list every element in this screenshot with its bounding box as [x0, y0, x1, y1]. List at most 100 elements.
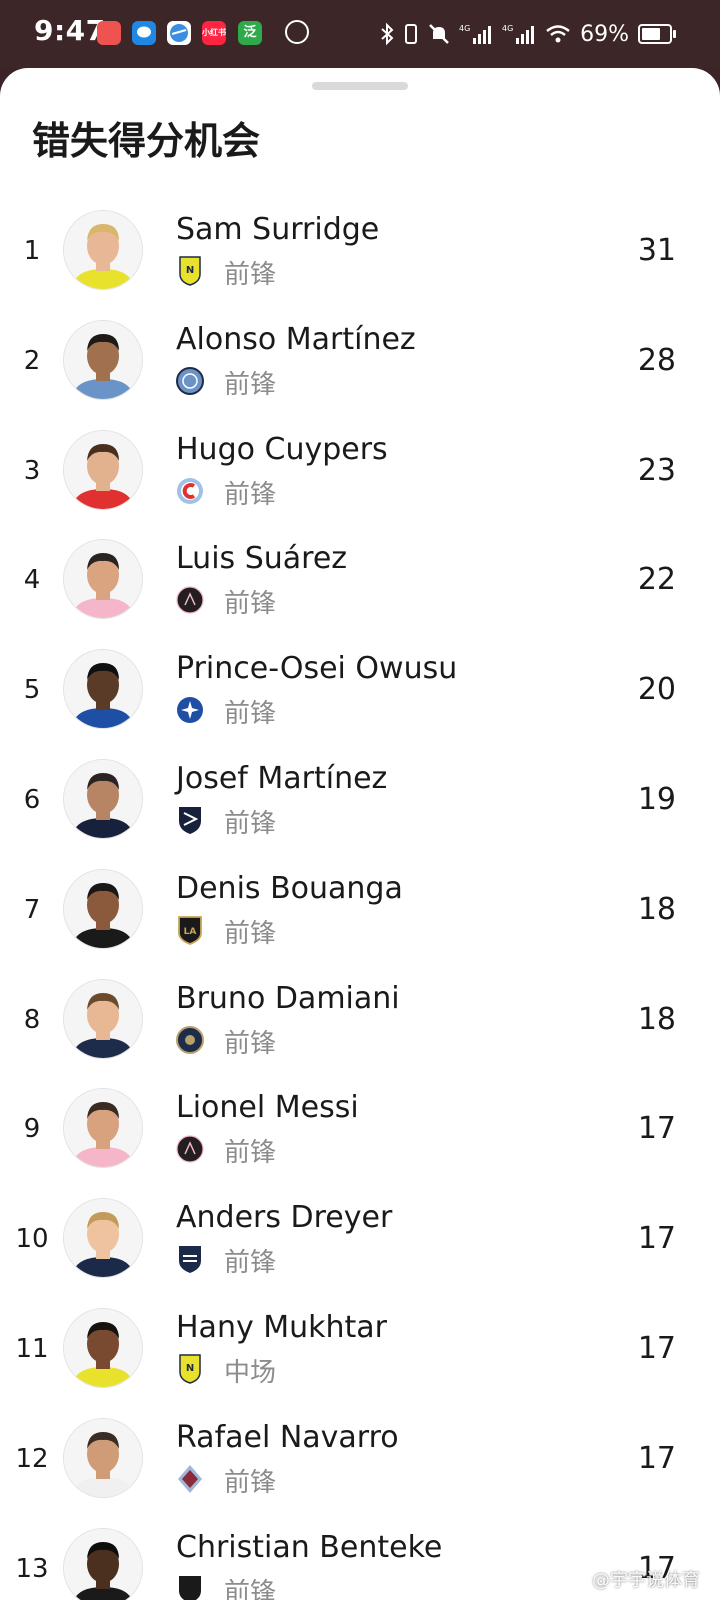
system-indicators: 4G 4G 69%: [380, 18, 676, 50]
nashville-crest-icon: N: [176, 256, 204, 286]
player-row[interactable]: 5 Prince-Osei Owusu 前锋 20: [0, 649, 720, 759]
player-position: 前锋: [224, 589, 277, 620]
missed-chances-value: 17: [637, 1221, 676, 1257]
battery-percent: 69%: [580, 21, 629, 47]
dc-united-crest-icon: [176, 1574, 204, 1600]
message-icon: [132, 21, 156, 45]
player-rank: 8: [23, 1004, 41, 1035]
player-rank: 13: [15, 1553, 49, 1584]
player-position: 前锋: [224, 1028, 277, 1059]
player-name: Anders Dreyer: [176, 1200, 393, 1236]
sheet-drag-handle[interactable]: [312, 82, 408, 90]
missed-chances-value: 28: [637, 342, 676, 378]
speed-badge-icon: [285, 20, 309, 44]
missed-chances-value: 31: [637, 233, 676, 268]
watermark-text: @宇宇说体育: [592, 1570, 700, 1591]
sheet-title: 错失得分机会: [32, 119, 261, 163]
status-time: 9:47: [34, 14, 106, 47]
player-avatar: [63, 649, 143, 730]
player-position: 前锋: [224, 809, 277, 839]
player-row[interactable]: 1 Sam Surridge N 前锋 31: [0, 210, 720, 320]
bluetooth-icon: [381, 22, 394, 46]
status-bar: 9:47 小红书 泛 4G 4G 69%: [0, 0, 720, 68]
philadelphia-crest-icon: [176, 1025, 204, 1055]
cf-montreal-crest-icon: [176, 695, 204, 725]
player-position: 前锋: [224, 1138, 277, 1169]
player-position: 前锋: [224, 1467, 277, 1498]
missed-chances-value: 19: [637, 782, 676, 817]
player-name: Sam Surridge: [176, 212, 380, 247]
missed-chances-value: 18: [637, 1001, 676, 1037]
player-rank: 5: [23, 675, 41, 706]
player-rank: 11: [15, 1334, 49, 1364]
wifi-icon: [546, 25, 570, 43]
svg-text:4G: 4G: [502, 24, 513, 33]
player-avatar: [63, 759, 143, 839]
inter-miami-crest-icon: [176, 585, 204, 615]
player-name: Prince-Osei Owusu: [176, 651, 458, 687]
nycfc-crest-icon: [176, 366, 204, 396]
player-rank: 6: [23, 785, 41, 815]
missed-chances-value: 17: [637, 1111, 676, 1147]
missed-chances-value: 17: [637, 1440, 676, 1476]
san-jose-crest-icon: [176, 805, 204, 835]
player-row[interactable]: 7 Denis Bouanga LA 前锋 18: [0, 868, 720, 979]
colorado-crest-icon: [176, 1464, 204, 1494]
player-avatar: [63, 429, 143, 510]
player-position: 前锋: [224, 369, 277, 400]
player-position: 中场: [224, 1358, 277, 1388]
player-position: 前锋: [224, 699, 277, 730]
missed-chances-value: 23: [637, 452, 676, 488]
player-rank: 2: [23, 345, 41, 376]
player-name: Luis Suárez: [176, 541, 348, 577]
player-row[interactable]: 3 Hugo Cuypers 前锋 23: [0, 429, 720, 540]
player-rank: 7: [23, 894, 41, 925]
player-row[interactable]: 11 Hany Mukhtar N 中场 17: [0, 1308, 720, 1418]
nashville-crest-icon: N: [176, 1354, 204, 1384]
player-rank: 9: [23, 1114, 41, 1145]
player-name: Josef Martínez: [176, 761, 388, 796]
player-rank: 4: [23, 565, 41, 596]
missed-chances-value: 22: [637, 562, 676, 598]
player-row[interactable]: 6 Josef Martínez 前锋 19: [0, 759, 720, 869]
svg-text:4G: 4G: [459, 24, 470, 33]
player-rank: 10: [15, 1224, 49, 1255]
mute-icon: [429, 24, 449, 44]
battery-fill: [642, 28, 660, 40]
player-avatar: [63, 539, 143, 620]
player-row[interactable]: 12 Rafael Navarro 前锋 17: [0, 1417, 720, 1528]
player-name: Bruno Damiani: [176, 980, 400, 1016]
player-name: Rafael Navarro: [176, 1419, 399, 1455]
player-row[interactable]: 2 Alonso Martínez 前锋 28: [0, 319, 720, 430]
player-avatar: [63, 210, 143, 290]
player-row[interactable]: 10 Anders Dreyer 前锋 17: [0, 1198, 720, 1308]
player-avatar: [63, 1198, 143, 1279]
player-row[interactable]: 8 Bruno Damiani 前锋 18: [0, 978, 720, 1089]
player-avatar: [63, 868, 143, 949]
vibrate-icon: [405, 24, 418, 44]
player-avatar: [63, 319, 143, 400]
player-name: Denis Bouanga: [176, 870, 403, 906]
player-name: Lionel Messi: [176, 1090, 359, 1126]
player-position: 前锋: [224, 479, 277, 510]
player-name: Alonso Martínez: [176, 321, 416, 357]
signal-4g-icon: 4G: [502, 24, 535, 44]
red-app-icon: [97, 21, 121, 45]
missed-chances-value: 17: [637, 1331, 676, 1366]
player-avatar: [63, 1308, 143, 1388]
player-name: Christian Benteke: [176, 1529, 443, 1565]
player-avatar: [63, 978, 143, 1059]
weibo-icon: [566, 1574, 586, 1588]
player-position: 前锋: [224, 1248, 277, 1279]
player-rank: 1: [23, 236, 41, 266]
san-diego-crest-icon: [176, 1244, 204, 1274]
player-rank: 12: [15, 1443, 49, 1474]
watermark: @宇宇说体育: [566, 1566, 700, 1592]
player-row[interactable]: 9 Lionel Messi 前锋 17: [0, 1088, 720, 1198]
player-avatar: [63, 1417, 143, 1498]
player-row[interactable]: 4 Luis Suárez 前锋 22: [0, 539, 720, 649]
signal-4g-icon: 4G: [459, 24, 492, 44]
player-name: Hany Mukhtar: [176, 1310, 388, 1345]
svg-text:N: N: [186, 265, 194, 276]
missed-chances-value: 18: [637, 891, 676, 927]
